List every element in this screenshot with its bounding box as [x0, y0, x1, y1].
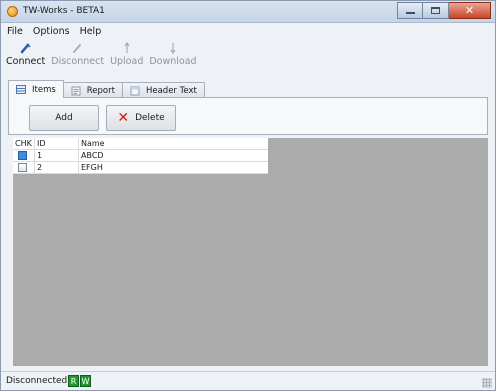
- row-checkbox[interactable]: [18, 151, 27, 160]
- column-header-chk[interactable]: CHK: [13, 138, 35, 149]
- menu-bar: File Options Help: [7, 26, 101, 37]
- tab-strip: Items Report Header Text: [8, 80, 205, 98]
- row-name[interactable]: ABCD: [79, 150, 268, 161]
- resize-grip-icon[interactable]: [482, 378, 492, 388]
- row-checkbox[interactable]: [18, 163, 27, 172]
- title-bar[interactable]: TW-Works - BETA1 ✕: [1, 1, 495, 23]
- maximize-icon: [431, 7, 440, 14]
- write-indicator: W: [80, 375, 91, 387]
- plug-connect-icon: [20, 42, 32, 54]
- report-icon: [71, 86, 81, 95]
- close-icon: ✕: [464, 4, 475, 17]
- add-button[interactable]: Add: [29, 105, 99, 131]
- download-label: Download: [149, 56, 197, 67]
- items-grid: CHK ID Name 1 ABCD 2 EFGH: [13, 138, 268, 174]
- tab-items-label: Items: [32, 84, 56, 95]
- items-grid-icon: [16, 85, 26, 94]
- upload-button[interactable]: Upload: [109, 42, 144, 67]
- app-window: TW-Works - BETA1 ✕ File Options Help Con…: [0, 0, 496, 391]
- row-checkbox-cell: [13, 162, 35, 173]
- status-bar: Disconnected R W: [1, 371, 495, 390]
- minimize-button[interactable]: [397, 2, 423, 19]
- row-id[interactable]: 2: [35, 162, 79, 173]
- minimize-icon: [405, 12, 415, 14]
- tab-header-text[interactable]: Header Text: [121, 82, 205, 98]
- tab-items[interactable]: Items: [8, 80, 64, 98]
- delete-button[interactable]: ✕ Delete: [106, 105, 176, 131]
- connect-button[interactable]: Connect: [5, 42, 46, 67]
- connection-status: Disconnected: [6, 376, 68, 386]
- column-header-id[interactable]: ID: [35, 138, 79, 149]
- upload-label: Upload: [110, 56, 144, 67]
- row-name[interactable]: EFGH: [79, 162, 268, 173]
- add-button-label: Add: [55, 113, 73, 123]
- menu-help[interactable]: Help: [80, 26, 102, 37]
- read-indicator: R: [68, 375, 79, 387]
- window-controls: ✕: [397, 2, 491, 19]
- row-id[interactable]: 1: [35, 150, 79, 161]
- menu-options[interactable]: Options: [33, 26, 70, 37]
- tab-report-label: Report: [86, 85, 115, 96]
- tab-header-text-label: Header Text: [145, 85, 197, 96]
- tab-report[interactable]: Report: [62, 82, 123, 98]
- plug-disconnect-icon: [72, 42, 84, 54]
- header-text-icon: [130, 86, 140, 95]
- maximize-button[interactable]: [423, 2, 449, 19]
- row-checkbox-cell: [13, 150, 35, 161]
- table-row[interactable]: 1 ABCD: [13, 150, 268, 162]
- connect-label: Connect: [6, 56, 46, 67]
- disconnect-button[interactable]: Disconnect: [50, 42, 105, 67]
- disconnect-label: Disconnect: [51, 56, 105, 67]
- column-header-name[interactable]: Name: [79, 138, 268, 149]
- toolbar: Connect Disconnect Upload Download: [5, 39, 198, 67]
- window-title: TW-Works - BETA1: [23, 6, 105, 16]
- download-button[interactable]: Download: [148, 42, 197, 67]
- delete-x-icon: ✕: [117, 110, 130, 126]
- upload-icon: [123, 42, 131, 54]
- table-row[interactable]: 2 EFGH: [13, 162, 268, 174]
- app-icon: [7, 6, 18, 17]
- delete-button-label: Delete: [135, 113, 165, 123]
- download-icon: [169, 42, 177, 54]
- close-button[interactable]: ✕: [449, 2, 491, 19]
- menu-file[interactable]: File: [7, 26, 23, 37]
- grid-header: CHK ID Name: [13, 138, 268, 150]
